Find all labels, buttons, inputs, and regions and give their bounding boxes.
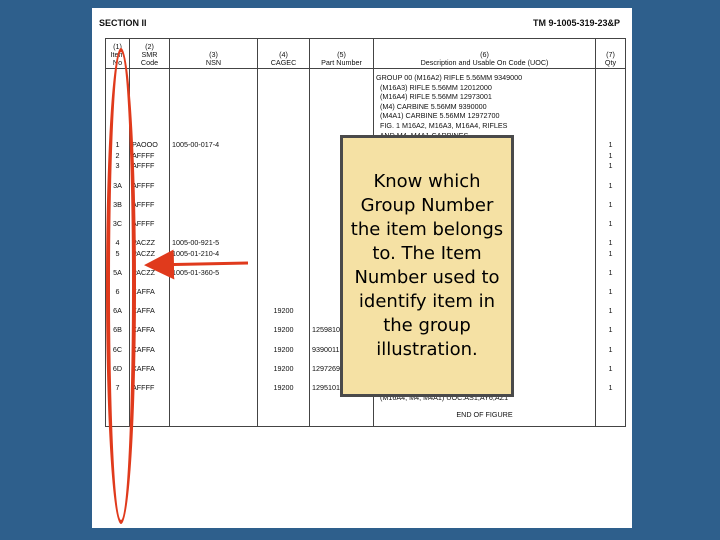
pointer-arrow-icon [144,249,249,280]
